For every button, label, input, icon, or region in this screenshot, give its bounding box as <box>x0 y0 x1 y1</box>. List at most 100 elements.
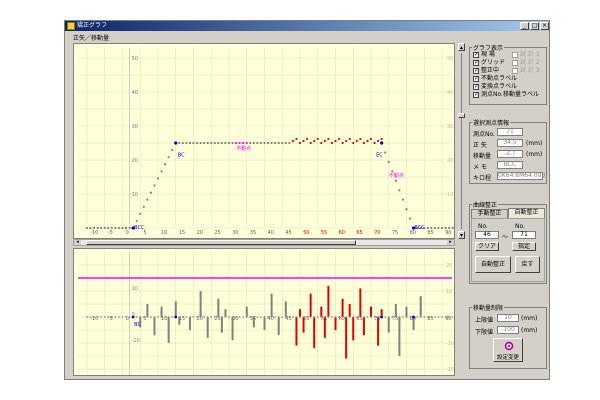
data-point <box>330 141 334 145</box>
undo-button[interactable]: 戻す <box>515 256 540 273</box>
app-icon <box>67 22 75 30</box>
horizontal-scrollbar[interactable]: ◂ ▸ <box>73 239 455 246</box>
y-tick-label: 10 <box>132 192 138 198</box>
data-point <box>139 212 142 215</box>
y-tick-label: 30 <box>132 124 138 130</box>
graph-option-checkbox[interactable]: ✓ 不動点ラベル <box>473 75 517 83</box>
scroll-up-button[interactable]: ▴ <box>458 43 465 51</box>
title-bar: 矯正グラフ _ □ × <box>65 21 549 31</box>
from-no-input[interactable]: 46 <box>475 231 499 239</box>
data-point <box>352 141 355 145</box>
right-tick-label: 20 <box>446 263 452 269</box>
zero-point <box>363 316 365 318</box>
zero-point <box>206 316 209 318</box>
movement-bar <box>160 306 163 317</box>
data-point <box>362 141 365 145</box>
bottom-chart[interactable]: 100-1020100-10-20-10-5051015202530354045… <box>73 248 455 376</box>
movement-bar <box>231 317 234 341</box>
zero-point <box>309 316 312 318</box>
x-tick-label: 50 <box>303 230 309 236</box>
auto-correct-button[interactable]: 自動整正 <box>475 256 511 273</box>
x-tick-label: 85 <box>427 230 433 236</box>
apply-settings-label: 設定変更 <box>496 355 519 361</box>
maximize-button[interactable]: □ <box>530 22 539 30</box>
zero-point <box>320 316 323 318</box>
key-point <box>131 315 135 319</box>
zero-point <box>89 316 92 318</box>
x-tick-label: -10 <box>90 230 98 236</box>
checkbox-label: 測点No.移動量ラベル <box>481 91 539 98</box>
upper-limit-label: 上限値 <box>475 317 494 324</box>
clear-button[interactable]: クリア <box>475 242 499 251</box>
data-point <box>320 141 323 145</box>
data-point <box>377 139 380 143</box>
data-point <box>401 198 405 201</box>
right-tick-label: 10 <box>446 289 452 295</box>
to-no-input[interactable]: 71 <box>512 231 536 239</box>
zero-point <box>238 316 241 318</box>
selected-point-unit: (mm) <box>526 151 543 158</box>
graph-option-checkbox[interactable]: ✓ 測点No.移動量ラベル <box>473 91 539 99</box>
data-point <box>306 137 309 141</box>
zero-point <box>217 316 220 318</box>
scroll-down-button[interactable]: ▾ <box>458 231 465 239</box>
zero-point <box>359 316 362 318</box>
zero-point <box>387 316 390 318</box>
right-tick-label: 10 <box>447 192 453 198</box>
movement-bar <box>320 306 323 317</box>
zero-point <box>210 316 213 318</box>
zero-point <box>384 316 387 318</box>
zero-point <box>189 316 191 318</box>
zero-point <box>270 316 273 318</box>
x-tick-label: 65 <box>356 230 362 236</box>
data-point <box>206 141 209 145</box>
scroll-left-button[interactable]: ◂ <box>74 240 81 245</box>
movement-bar <box>178 317 181 325</box>
vertical-zoom-slider[interactable]: ▴ ▾ <box>458 43 465 239</box>
key-point <box>380 315 384 319</box>
zero-point <box>153 316 156 318</box>
data-point <box>213 141 216 145</box>
zero-point <box>288 316 291 318</box>
graph-option-checkbox[interactable]: ✓ 現 場 <box>473 51 495 59</box>
zero-point <box>281 316 284 318</box>
scroll-thumb[interactable] <box>86 240 356 245</box>
bottom-chart-svg: 100-1020100-10-20-10-5051015202530354045… <box>78 251 454 375</box>
scroll-right-button[interactable]: ▸ <box>447 240 454 245</box>
data-point <box>149 191 152 194</box>
zero-point <box>171 316 174 318</box>
x-tick-label: 90 <box>445 230 451 236</box>
zero-point <box>426 316 429 318</box>
data-point <box>366 139 369 143</box>
zero-point <box>352 316 355 318</box>
data-point <box>252 141 255 145</box>
data-point <box>359 137 362 141</box>
data-point <box>295 137 298 141</box>
graph-option-checkbox[interactable]: ✓ グリッド <box>473 59 505 67</box>
lower-limit-input[interactable]: -100 <box>497 326 519 334</box>
checkbox-label: 変換点ラベル <box>481 83 518 90</box>
zero-point <box>181 316 184 318</box>
data-point <box>121 226 124 230</box>
slider-knob[interactable] <box>458 113 465 118</box>
top-chart[interactable]: 50 40 30 20 10 50 40 30 20 10 -10 -5 0 5 10 15 20 25 30 35 4… <box>73 43 455 239</box>
data-point <box>327 137 330 141</box>
data-point <box>181 141 184 145</box>
movement-bar <box>217 298 220 317</box>
data-point <box>249 141 252 145</box>
close-button[interactable]: × <box>540 22 549 30</box>
zero-point <box>341 316 344 318</box>
graph-option-checkbox[interactable]: ✓ 整正中 <box>473 67 499 75</box>
data-point <box>227 141 231 145</box>
movement-bar <box>387 317 390 333</box>
checkbox-icon: ✓ <box>473 58 480 66</box>
top-chart-svg: 50403020105040302010-10 -5 0 5 10 15 20 25 30 35 4… <box>78 48 454 236</box>
designate-button[interactable]: 指定 <box>512 242 536 251</box>
zero-point <box>128 316 131 318</box>
minimize-button[interactable]: _ <box>520 22 529 30</box>
upper-limit-input[interactable]: 10 <box>497 314 519 322</box>
no-label-from: No. <box>478 223 488 230</box>
apply-settings-button[interactable]: 設定変更 <box>493 338 523 362</box>
graph-option-checkbox[interactable]: ✓ 変換点ラベル <box>473 83 517 91</box>
zero-point <box>86 316 88 318</box>
